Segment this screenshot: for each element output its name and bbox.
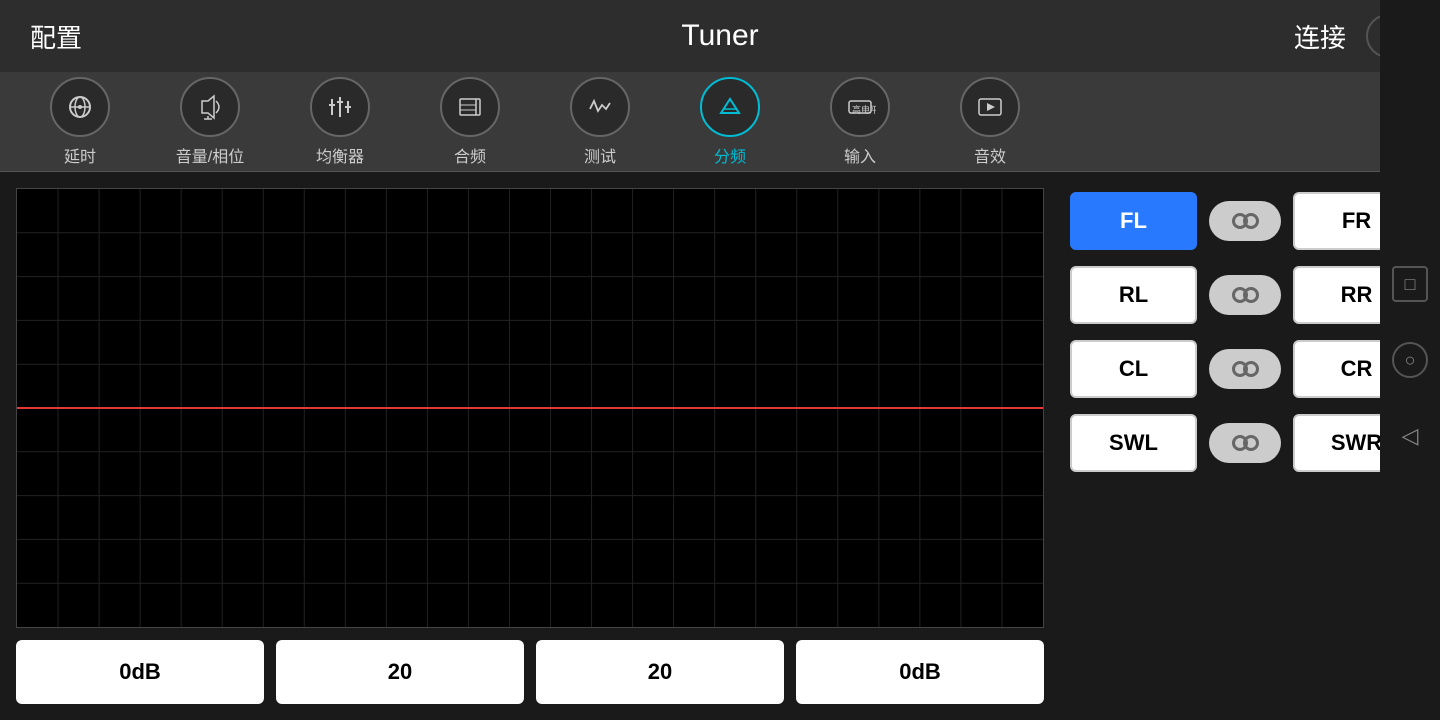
svg-text:高电平: 高电平: [852, 104, 876, 115]
chain-link-right: [1243, 435, 1259, 451]
rl-rr-link[interactable]: [1209, 275, 1281, 315]
bottom-controls: 0dB 20 20 0dB: [16, 640, 1044, 704]
nav-label-input: 输入: [844, 143, 876, 167]
nav-item-crossover-freq[interactable]: 合频: [410, 77, 530, 167]
cl-button[interactable]: CL: [1070, 340, 1197, 398]
rl-button[interactable]: RL: [1070, 266, 1197, 324]
delay-icon: [50, 77, 110, 137]
channel-row-fl-fr: FL FR: [1070, 192, 1420, 250]
nav-label-test: 测试: [584, 143, 616, 167]
fl-fr-link[interactable]: [1209, 201, 1281, 241]
crossover-icon: [700, 77, 760, 137]
nav-item-volume-phase[interactable]: 音量/相位: [150, 77, 270, 167]
fl-button[interactable]: FL: [1070, 192, 1197, 250]
channel-row-rl-rr: RL RR: [1070, 266, 1420, 324]
test-icon: [570, 77, 630, 137]
gain-left-button[interactable]: 0dB: [16, 640, 264, 704]
side-buttons: □ ○ ◁: [1380, 0, 1440, 720]
equalizer-icon: [310, 77, 370, 137]
swl-button[interactable]: SWL: [1070, 414, 1197, 472]
config-button[interactable]: 配置: [30, 18, 230, 55]
navbar: 延时 音量/相位 均衡器: [0, 72, 1440, 172]
chart-grid: [17, 189, 1043, 627]
input-icon: 高电平: [830, 77, 890, 137]
nav-item-effects[interactable]: 音效: [930, 77, 1050, 167]
nav-item-equalizer[interactable]: 均衡器: [280, 77, 400, 167]
chain-pair-icon: [1232, 361, 1259, 377]
nav-label-crossover: 分频: [714, 143, 746, 167]
back-button[interactable]: ◁: [1392, 418, 1428, 454]
chart-container[interactable]: [16, 188, 1044, 628]
page-title: Tuner: [681, 19, 758, 53]
volume-phase-icon: [180, 77, 240, 137]
connect-label[interactable]: 连接: [1294, 18, 1346, 55]
channel-row-swl-swr: SWL SWR: [1070, 414, 1420, 472]
main-content: 0dB 20 20 0dB FL FR RL: [0, 172, 1440, 720]
chain-link-right: [1243, 213, 1259, 229]
nav-label-delay: 延时: [64, 143, 96, 167]
gain-right-button[interactable]: 0dB: [796, 640, 1044, 704]
nav-label-effects: 音效: [974, 143, 1006, 167]
nav-item-crossover[interactable]: 分频: [670, 77, 790, 167]
chain-link-right: [1243, 361, 1259, 377]
square-button[interactable]: □: [1392, 266, 1428, 302]
chain-pair-icon: [1232, 435, 1259, 451]
chart-area: 0dB 20 20 0dB: [0, 172, 1060, 720]
nav-item-test[interactable]: 测试: [540, 77, 660, 167]
freq-low-button[interactable]: 20: [276, 640, 524, 704]
header: 配置 Tuner 连接: [0, 0, 1440, 72]
channel-row-cl-cr: CL CR: [1070, 340, 1420, 398]
nav-item-input[interactable]: 高电平 输入: [800, 77, 920, 167]
chain-link-right: [1243, 287, 1259, 303]
crossover-freq-icon: [440, 77, 500, 137]
chain-pair-icon: [1232, 287, 1259, 303]
nav-label-volume-phase: 音量/相位: [176, 143, 244, 167]
cl-cr-link[interactable]: [1209, 349, 1281, 389]
nav-item-delay[interactable]: 延时: [20, 77, 140, 167]
swl-swr-link[interactable]: [1209, 423, 1281, 463]
effects-icon: [960, 77, 1020, 137]
chain-pair-icon: [1232, 213, 1259, 229]
nav-label-crossover-freq: 合频: [454, 143, 486, 167]
circle-button[interactable]: ○: [1392, 342, 1428, 378]
freq-high-button[interactable]: 20: [536, 640, 784, 704]
nav-label-equalizer: 均衡器: [316, 143, 364, 167]
